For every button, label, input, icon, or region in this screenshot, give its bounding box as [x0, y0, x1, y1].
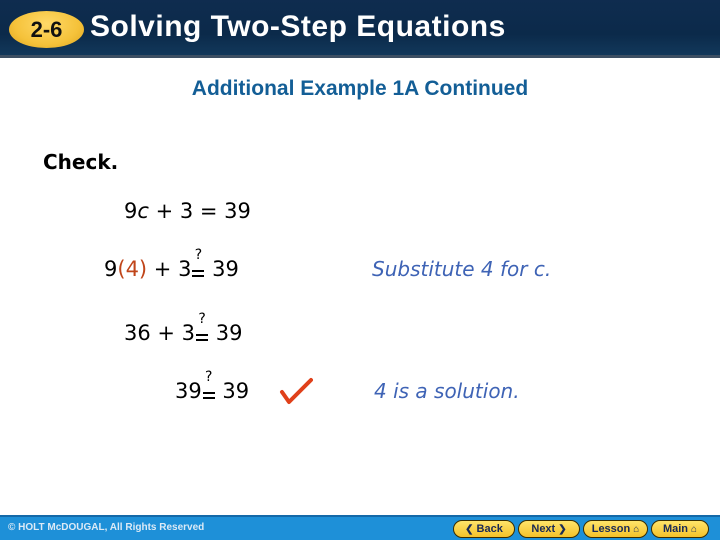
equation-substituted: 9(4) + 3? 39 [104, 248, 239, 281]
chevron-left-icon: ❮ [465, 523, 474, 535]
home-icon: ⌂ [691, 523, 698, 535]
check-mark-icon [280, 378, 313, 404]
next-button[interactable]: Next ❯ [518, 520, 580, 538]
question-equals-symbol: ? [195, 312, 209, 345]
example-subtitle: Additional Example 1A Continued [191, 77, 529, 100]
question-equals-symbol: ? [191, 248, 205, 281]
section-badge: 2-6 [9, 11, 84, 48]
back-label: Back [476, 523, 503, 535]
check-heading: Check. [43, 150, 119, 174]
back-button[interactable]: ❮ Back [453, 520, 515, 538]
header-bar: 2-6 Solving Two-Step Equations [0, 0, 720, 58]
next-label: Next [531, 523, 556, 535]
eq-term: 9 [104, 257, 118, 281]
eq-term: 39 [175, 379, 202, 403]
equation-simplified: 36 + 3? 39 [124, 312, 243, 345]
eq-term: 9 [124, 199, 138, 223]
eq-term: + 3 [147, 257, 192, 281]
question-equals-symbol: ? [202, 370, 216, 403]
note-substitute: Substitute 4 for c. [372, 257, 552, 281]
header-divider [0, 55, 720, 58]
footer-bar: © HOLT McDOUGAL, All Rights Reserved ❮ B… [0, 515, 720, 540]
main-button[interactable]: Main ⌂ [651, 520, 709, 538]
main-label: Main [662, 523, 688, 535]
eq-term: 36 + 3 [124, 321, 196, 345]
lesson-title: Solving Two-Step Equations [90, 10, 506, 43]
lesson-button[interactable]: Lesson ⌂ [583, 520, 648, 538]
equation-result: 39? 39 [175, 370, 250, 403]
lesson-label: Lesson [591, 523, 631, 535]
substituted-value: (4) [117, 257, 148, 281]
eq-rest: + 3 = 39 [148, 199, 251, 223]
home-icon: ⌂ [633, 523, 640, 535]
eq-variable: c [137, 199, 149, 223]
note-solution: 4 is a solution. [374, 379, 520, 403]
copyright-text: © HOLT McDOUGAL, All Rights Reserved [8, 522, 205, 533]
eq-term: 39 [209, 321, 243, 345]
equation-original: 9c + 3 = 39 [124, 199, 251, 223]
chevron-right-icon: ❯ [558, 523, 567, 535]
eq-term: 39 [215, 379, 250, 403]
eq-term: 39 [205, 257, 239, 281]
